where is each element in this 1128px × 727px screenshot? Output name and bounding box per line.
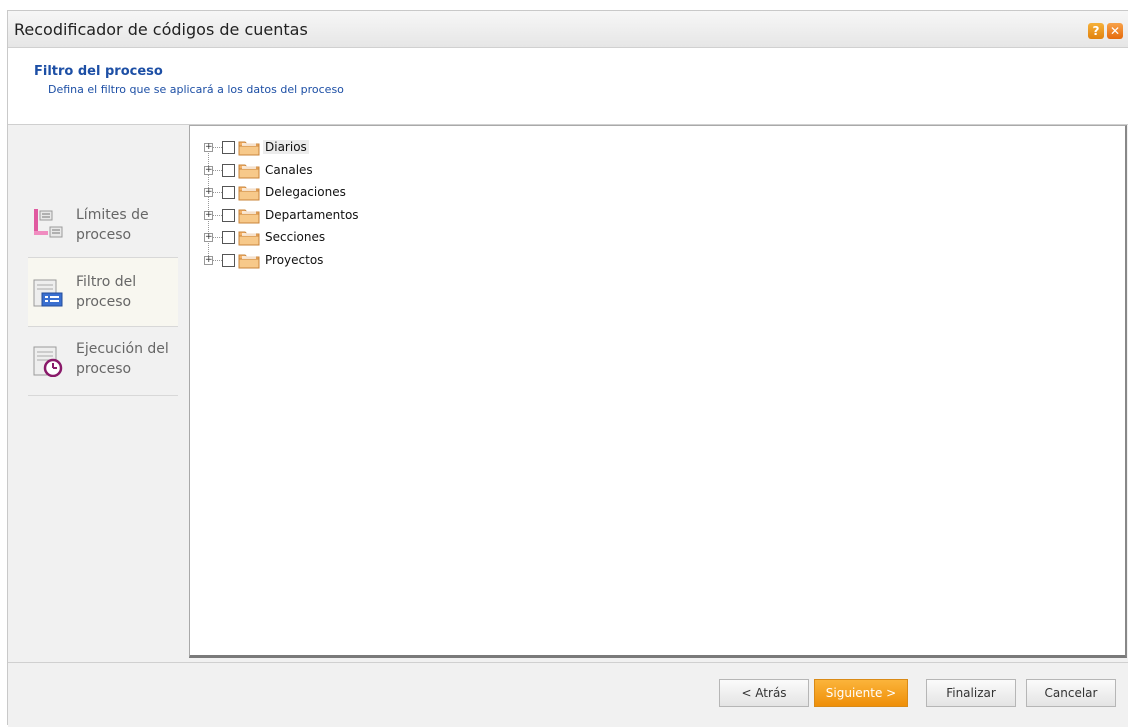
folder-icon [238,209,260,224]
tree-item-checkbox[interactable] [222,231,235,244]
expand-icon[interactable]: + [204,211,213,220]
expand-icon[interactable]: + [204,188,213,197]
tree-connector [213,215,222,216]
step-ejecucion[interactable]: Ejecución del proceso [28,327,178,396]
tree-item-label[interactable]: Secciones [263,230,327,244]
tree-item-label[interactable]: Diarios [263,140,309,154]
expand-icon[interactable]: + [204,143,213,152]
step-limites[interactable]: Límites de proceso [28,189,178,258]
step-limites-line1: Límites de [76,207,149,223]
tree-connector [213,170,222,171]
cancel-button[interactable]: Cancelar [1026,679,1116,707]
limits-icon [34,209,63,238]
step-limites-line2: proceso [76,227,132,243]
step-ejecucion-line2: proceso [76,361,132,377]
step-filtro-line2: proceso [76,294,132,310]
expand-icon[interactable]: + [204,233,213,242]
filter-tree[interactable]: + Diarios + Canales + Delegaciones + Departamen… [189,125,1127,658]
filter-icon [33,279,63,307]
folder-icon [238,141,260,156]
step-ejecucion-line1: Ejecución del [76,341,169,357]
tree-item-checkbox[interactable] [222,209,235,222]
tree-item-checkbox[interactable] [222,186,235,199]
tree-connector [213,260,222,261]
wizard-window: Recodificador de códigos de cuentas ? ✕ … [7,10,1128,727]
expand-icon[interactable]: + [204,256,213,265]
wizard-body: Límites de proceso Filtro del proceso Ej… [8,125,1128,662]
expand-icon[interactable]: + [204,166,213,175]
tree-item-label[interactable]: Proyectos [263,253,325,267]
step-filtro[interactable]: Filtro del proceso [28,258,178,327]
close-icon[interactable]: ✕ [1107,23,1123,39]
help-icon[interactable]: ? [1088,23,1104,39]
tree-connector [213,237,222,238]
tree-connector [213,147,222,148]
page-subtitle: Defina el filtro que se aplicará a los d… [48,83,344,96]
step-limites-label: Límites de proceso [76,205,149,245]
folder-icon [238,254,260,269]
steps-sidebar: Límites de proceso Filtro del proceso Ej… [8,125,188,662]
window-title: Recodificador de códigos de cuentas [14,20,308,39]
tree-item-checkbox[interactable] [222,254,235,267]
wizard-footer: < Atrás Siguiente > Finalizar Cancelar [8,662,1128,727]
title-bar: Recodificador de códigos de cuentas ? ✕ [8,11,1128,48]
next-button[interactable]: Siguiente > [814,679,908,707]
folder-icon [238,231,260,246]
tree-item-label[interactable]: Canales [263,163,315,177]
finish-button[interactable]: Finalizar [926,679,1016,707]
execution-icon [33,346,63,377]
tree-connector [213,192,222,193]
back-button[interactable]: < Atrás [719,679,809,707]
tree-item-checkbox[interactable] [222,141,235,154]
folder-icon [238,186,260,201]
step-ejecucion-label: Ejecución del proceso [76,339,169,379]
tree-item-checkbox[interactable] [222,164,235,177]
folder-icon [238,164,260,179]
tree-item-label[interactable]: Departamentos [263,208,361,222]
page-title: Filtro del proceso [34,64,163,79]
page-header: Filtro del proceso Defina el filtro que … [8,48,1128,125]
step-filtro-line1: Filtro del [76,274,137,290]
tree-item-label[interactable]: Delegaciones [263,185,348,199]
step-filtro-label: Filtro del proceso [76,272,136,312]
